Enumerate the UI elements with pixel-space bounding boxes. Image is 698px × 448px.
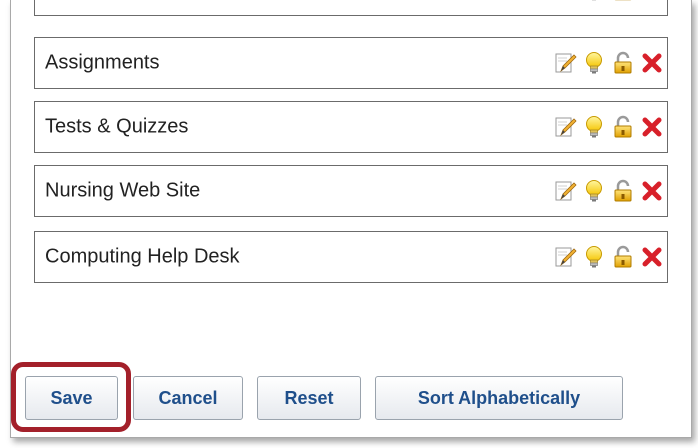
- sort-alphabetically-button[interactable]: Sort Alphabetically: [375, 376, 623, 420]
- padlock-unlocked-icon[interactable]: [611, 0, 635, 2]
- reset-button[interactable]: Reset: [257, 376, 361, 420]
- padlock-unlocked-icon[interactable]: [611, 51, 635, 75]
- save-button-highlight: [11, 362, 131, 432]
- pencil-edit-icon[interactable]: [553, 245, 577, 269]
- pencil-edit-icon[interactable]: [553, 51, 577, 75]
- tool-row-nursing-web-site[interactable]: Nursing Web Site: [34, 165, 668, 217]
- lightbulb-icon[interactable]: [582, 179, 606, 203]
- tool-label: Assignments: [45, 51, 160, 74]
- tool-row-assignments[interactable]: Assignments: [34, 37, 668, 89]
- padlock-unlocked-icon[interactable]: [611, 179, 635, 203]
- lightbulb-icon[interactable]: [582, 51, 606, 75]
- padlock-unlocked-icon[interactable]: [611, 115, 635, 139]
- tool-row-tests-quizzes[interactable]: Tests & Quizzes: [34, 101, 668, 153]
- red-x-delete-icon[interactable]: [640, 179, 664, 203]
- pencil-edit-icon[interactable]: [553, 179, 577, 203]
- tool-label: Computing Help Desk: [45, 245, 240, 268]
- padlock-unlocked-icon[interactable]: [611, 245, 635, 269]
- red-x-delete-icon[interactable]: [640, 0, 664, 2]
- cancel-button[interactable]: Cancel: [133, 376, 243, 420]
- pencil-edit-icon[interactable]: [553, 115, 577, 139]
- red-x-delete-icon[interactable]: [640, 115, 664, 139]
- tool-label: Tests & Quizzes: [45, 115, 189, 138]
- tool-row-computing-help-desk[interactable]: Computing Help Desk: [34, 231, 668, 283]
- tool-label: Nursing Web Site: [45, 179, 201, 202]
- tool-row-partial: [34, 0, 668, 16]
- red-x-delete-icon[interactable]: [640, 51, 664, 75]
- lightbulb-icon[interactable]: [582, 245, 606, 269]
- red-x-delete-icon[interactable]: [640, 245, 664, 269]
- pencil-edit-icon[interactable]: [553, 0, 577, 2]
- lightbulb-icon[interactable]: [582, 115, 606, 139]
- lightbulb-icon[interactable]: [582, 0, 606, 2]
